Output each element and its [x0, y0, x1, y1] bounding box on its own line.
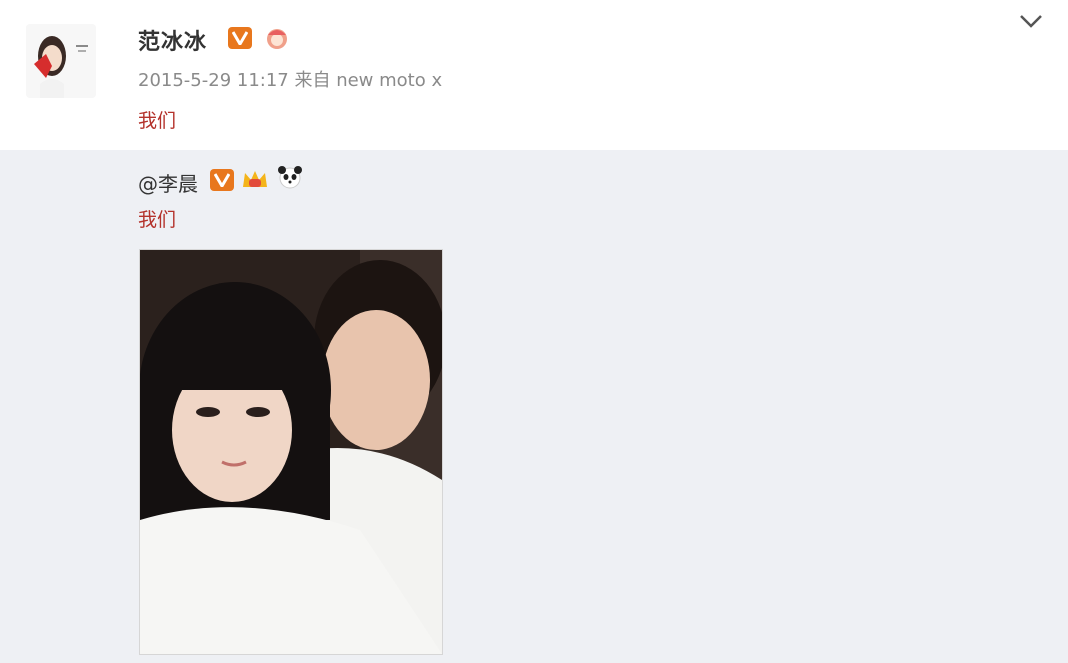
chevron-down-icon[interactable] [1016, 8, 1046, 34]
author-name[interactable]: 范冰冰 [138, 24, 207, 56]
repost-mention[interactable]: @李晨 [138, 168, 198, 197]
post-text: 我们 [138, 110, 177, 132]
post-photo[interactable] [139, 249, 443, 655]
repost-text: 我们 [138, 209, 177, 231]
repost-verified-icon [210, 169, 234, 191]
crown-badge-icon [240, 167, 267, 193]
post-header: 范冰冰 2015-5-29 11:17 来自 new moto x 我们 [0, 0, 1068, 150]
author-avatar[interactable] [26, 24, 96, 98]
verified-badge-icon [228, 27, 252, 49]
member-badge-icon [264, 25, 290, 51]
panda-badge-icon [275, 164, 302, 190]
post-meta: 2015-5-29 11:17 来自 new moto x [138, 70, 443, 91]
